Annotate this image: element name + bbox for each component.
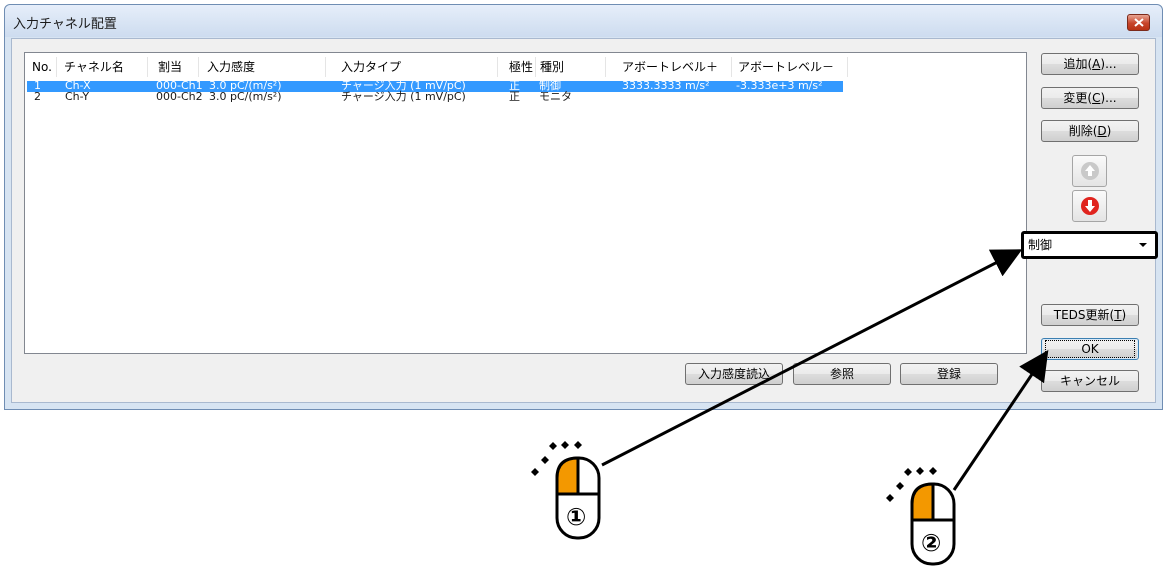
column-header-no[interactable]: No.	[32, 53, 52, 81]
mouse-step-1-label: ①	[566, 503, 587, 531]
cell-abort-plus: 3333.3333 m/s²	[622, 79, 710, 92]
change-button[interactable]: 変更(C)...	[1041, 87, 1139, 109]
column-header-name[interactable]: チャネル名	[64, 53, 124, 81]
mouse-icon	[531, 441, 601, 540]
column-header-type[interactable]: 入力タイプ	[341, 53, 401, 81]
move-down-button[interactable]	[1072, 190, 1107, 222]
close-icon	[1133, 18, 1144, 27]
cell-abort-minus: -3.333e+3 m/s²	[736, 79, 823, 92]
cell-assign: 000-Ch2	[156, 90, 203, 103]
mouse-step-2-label: ②	[921, 529, 942, 557]
cell-sensitivity: 3.0 pC/(m/s²)	[209, 90, 282, 103]
cell-name: Ch-Y	[65, 90, 90, 103]
read-sensitivity-button[interactable]: 入力感度読込	[685, 363, 783, 385]
browse-button[interactable]: 参照	[793, 363, 891, 385]
move-up-icon	[1080, 162, 1099, 180]
cell-kind: モニタ	[539, 90, 572, 103]
close-button[interactable]	[1127, 14, 1150, 31]
mouse-icon	[886, 467, 956, 566]
cancel-button[interactable]: キャンセル	[1041, 370, 1139, 392]
move-up-button[interactable]	[1072, 155, 1107, 187]
chevron-down-icon	[1139, 243, 1147, 247]
cell-no: 2	[34, 90, 41, 103]
add-button[interactable]: 追加(A)...	[1041, 53, 1139, 75]
cell-type: チャージ入力 (1 mV/pC)	[341, 90, 466, 103]
teds-update-button[interactable]: TEDS更新(T)	[1041, 304, 1139, 326]
table-row[interactable]: 2 Ch-Y 000-Ch2 3.0 pC/(m/s²) チャージ入力 (1 m…	[27, 90, 843, 103]
move-down-icon	[1080, 197, 1099, 215]
kind-select[interactable]: 制御	[1021, 231, 1158, 259]
list-header: No. チャネル名 割当 入力感度 入力タイプ 極性 種別 アボートレベル＋ ア…	[25, 53, 1026, 81]
column-header-sensitivity[interactable]: 入力感度	[207, 53, 255, 81]
ok-button[interactable]: OK	[1041, 338, 1139, 360]
dialog-client-area: No. チャネル名 割当 入力感度 入力タイプ 極性 種別 アボートレベル＋ ア…	[11, 38, 1156, 403]
column-header-polarity[interactable]: 極性	[509, 53, 533, 81]
delete-button[interactable]: 削除(D)	[1041, 120, 1139, 142]
column-header-abort-minus[interactable]: アボートレベル－	[738, 53, 834, 81]
dialog-window: 入力チャネル配置 No. チャネル名 割当 入力感度 入力タイプ 極性 種別 ア…	[4, 4, 1163, 410]
register-button[interactable]: 登録	[900, 363, 998, 385]
column-header-assign[interactable]: 割当	[158, 53, 182, 81]
column-header-kind[interactable]: 種別	[540, 53, 564, 81]
column-header-abort-plus[interactable]: アボートレベル＋	[622, 53, 718, 81]
kind-select-value: 制御	[1028, 238, 1053, 252]
window-title: 入力チャネル配置	[13, 17, 117, 32]
channel-list[interactable]: No. チャネル名 割当 入力感度 入力タイプ 極性 種別 アボートレベル＋ ア…	[24, 52, 1027, 354]
title-bar: 入力チャネル配置	[5, 5, 1162, 37]
cell-polarity: 正	[509, 90, 520, 103]
